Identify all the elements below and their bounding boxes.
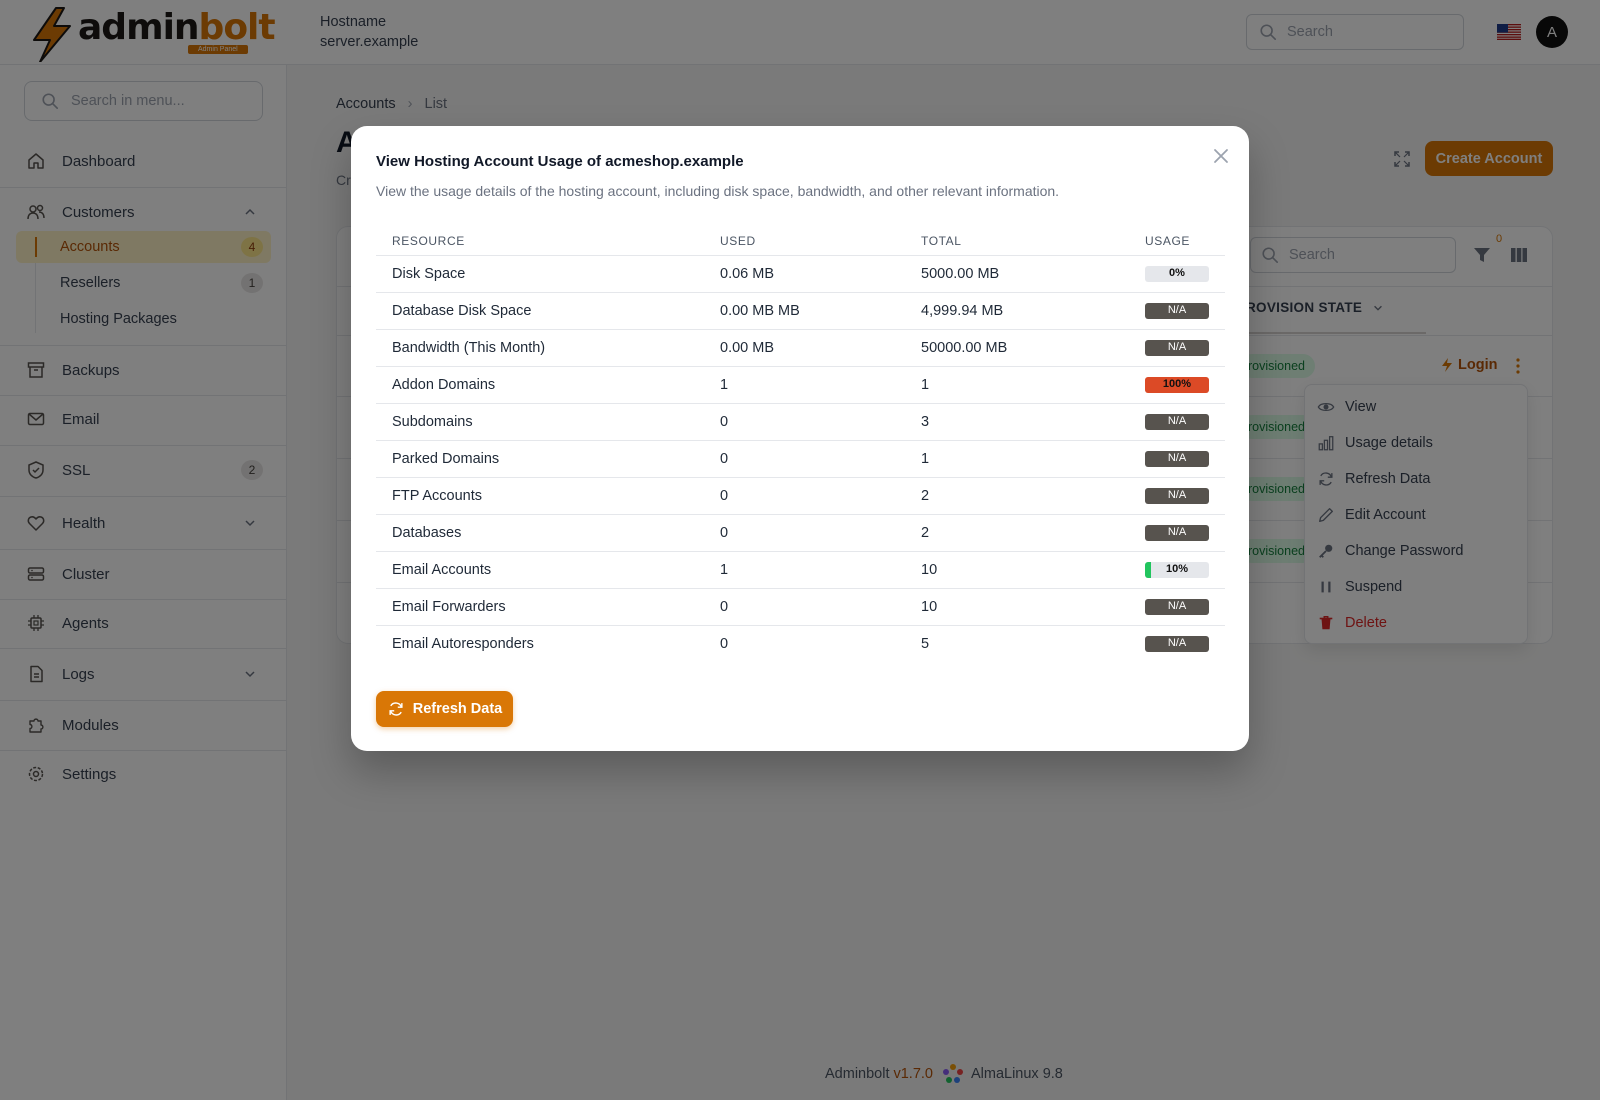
- usage-bar: N/A: [1145, 414, 1209, 430]
- refresh-data-label: Refresh Data: [412, 701, 503, 717]
- cell-resource: Email Autoresponders: [392, 636, 534, 652]
- usage-bar-label: N/A: [1167, 415, 1187, 427]
- modal-title: View Hosting Account Usage of acmeshop.e…: [376, 153, 744, 170]
- table-row: Email Forwarders 0 10 N/A: [376, 589, 1225, 626]
- usage-table: RESOURCE USED TOTAL USAGE Disk Space 0.06…: [376, 224, 1225, 663]
- cell-resource: Bandwidth (This Month): [392, 340, 546, 356]
- table-row: FTP Accounts 0 2 N/A: [376, 478, 1225, 515]
- cell-resource: Subdomains: [392, 414, 473, 430]
- close-icon[interactable]: [1211, 146, 1231, 166]
- usage-bar: N/A: [1145, 636, 1209, 652]
- cell-total: 10: [921, 562, 938, 578]
- refresh-data-button[interactable]: Refresh Data: [376, 691, 513, 727]
- cell-used: 1: [720, 562, 729, 578]
- usage-bar: N/A: [1145, 599, 1209, 615]
- usage-bar-label: N/A: [1167, 452, 1187, 464]
- refresh-icon: [389, 702, 403, 716]
- cell-used: 0: [720, 599, 729, 615]
- cell-used: 1: [720, 377, 729, 393]
- cell-total: 2: [921, 525, 930, 541]
- usage-bar: N/A: [1145, 525, 1209, 541]
- usage-bar-label: N/A: [1167, 489, 1187, 501]
- usage-table-body: Disk Space 0.06 MB 5000.00 MB 0% Database Di…: [376, 256, 1225, 663]
- cell-total: 50000.00 MB: [921, 340, 1008, 356]
- cell-resource: Parked Domains: [392, 451, 500, 467]
- cell-resource: Email Forwarders: [392, 599, 506, 615]
- usage-modal: View Hosting Account Usage of acmeshop.e…: [351, 126, 1249, 751]
- usage-bar: 100%: [1145, 377, 1209, 393]
- usage-bar-label: N/A: [1167, 600, 1187, 612]
- table-row: Subdomains 0 3 N/A: [376, 404, 1225, 441]
- table-row: Email Accounts 1 10 10%: [376, 552, 1225, 589]
- usage-bar: N/A: [1145, 488, 1209, 504]
- cell-total: 5: [921, 636, 930, 652]
- cell-used: 0: [720, 525, 729, 541]
- cell-used: 0: [720, 636, 729, 652]
- usage-bar: 0%: [1145, 266, 1209, 282]
- table-row: Parked Domains 0 1 N/A: [376, 441, 1225, 478]
- usage-bar: 10%: [1145, 562, 1209, 578]
- usage-bar-label: N/A: [1167, 341, 1187, 353]
- cell-resource: FTP Accounts: [392, 488, 482, 504]
- cell-used: 0: [720, 451, 729, 467]
- cell-total: 1: [921, 377, 930, 393]
- usage-bar-label: 0%: [1169, 267, 1185, 279]
- modal-description: View the usage details of the hosting ac…: [376, 183, 1060, 199]
- cell-total: 3: [921, 414, 930, 430]
- cell-resource: Disk Space: [392, 266, 466, 282]
- cell-resource: Database Disk Space: [392, 303, 532, 319]
- cell-used: 0.06 MB: [720, 266, 774, 282]
- usage-table-header: RESOURCE USED TOTAL USAGE: [376, 224, 1225, 256]
- table-row: Addon Domains 1 1 100%: [376, 367, 1225, 404]
- usage-bar: N/A: [1145, 340, 1209, 356]
- cell-total: 4,999.94 MB: [921, 303, 1004, 319]
- cell-total: 5000.00 MB: [921, 266, 1000, 282]
- usage-bar-label: N/A: [1167, 526, 1187, 538]
- table-row: Email Autoresponders 0 5 N/A: [376, 626, 1225, 663]
- cell-resource: Addon Domains: [392, 377, 496, 393]
- table-row: Databases 0 2 N/A: [376, 515, 1225, 552]
- cell-resource: Databases: [392, 525, 462, 541]
- usage-bar: N/A: [1145, 451, 1209, 467]
- usage-bar-label: 10%: [1165, 563, 1189, 575]
- column-header-used: USED: [720, 234, 756, 248]
- column-header-usage: USAGE: [1145, 234, 1191, 248]
- cell-used: 0: [720, 488, 729, 504]
- usage-bar-label: N/A: [1167, 637, 1187, 649]
- cell-used: 0.00 MB: [720, 340, 774, 356]
- cell-total: 2: [921, 488, 930, 504]
- cell-total: 1: [921, 451, 930, 467]
- cell-resource: Email Accounts: [392, 562, 492, 578]
- column-header-resource: RESOURCE: [392, 234, 465, 248]
- usage-bar-label: 100%: [1162, 378, 1192, 390]
- column-header-total: TOTAL: [921, 234, 962, 248]
- table-row: Database Disk Space 0.00 MB MB 4,999.94 MB…: [376, 293, 1225, 330]
- cell-used: 0: [720, 414, 729, 430]
- cell-total: 10: [921, 599, 938, 615]
- usage-bar-label: N/A: [1167, 304, 1187, 316]
- cell-used: 0.00 MB MB: [720, 303, 800, 319]
- usage-bar: N/A: [1145, 303, 1209, 319]
- table-row: Bandwidth (This Month) 0.00 MB 50000.00 MB…: [376, 330, 1225, 367]
- table-row: Disk Space 0.06 MB 5000.00 MB 0%: [376, 256, 1225, 293]
